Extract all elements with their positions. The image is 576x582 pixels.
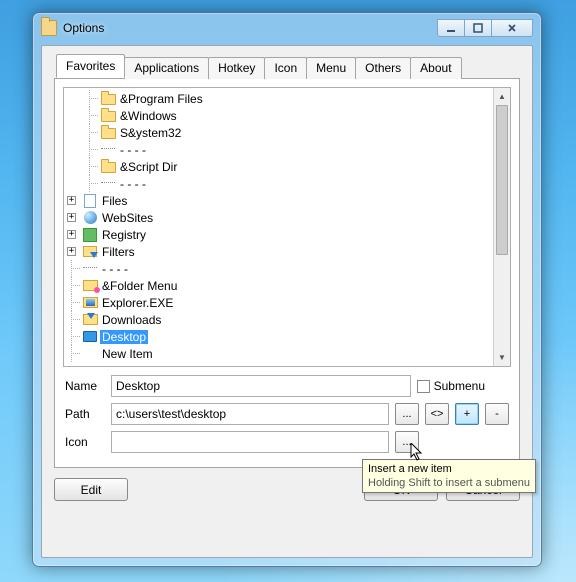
- folder-icon: [100, 125, 116, 141]
- tree-item[interactable]: + Filters: [64, 243, 493, 260]
- expand-icon[interactable]: +: [67, 230, 76, 239]
- tab-about[interactable]: About: [410, 57, 461, 79]
- tree-item[interactable]: - - - -: [64, 141, 493, 158]
- tree-item-label: - - - -: [120, 143, 146, 157]
- tree-item[interactable]: Explorer.EXE: [64, 294, 493, 311]
- tab-favorites[interactable]: Favorites: [56, 54, 125, 78]
- submenu-label: Submenu: [434, 379, 485, 393]
- desktop-icon: [82, 329, 98, 345]
- cursor-icon: [410, 443, 424, 463]
- tree-item-label: Downloads: [102, 313, 161, 327]
- icon-label: Icon: [65, 435, 105, 449]
- folder-icon: [100, 159, 116, 175]
- tree-item-label: Files: [102, 194, 127, 208]
- path-input[interactable]: [111, 403, 389, 425]
- filter-icon: [82, 244, 98, 260]
- blank-icon: [82, 346, 98, 362]
- tree-item[interactable]: Downloads: [64, 311, 493, 328]
- tab-icon[interactable]: Icon: [264, 57, 307, 79]
- globe-icon: [82, 210, 98, 226]
- titlebar[interactable]: Options: [39, 19, 535, 41]
- remove-item-button[interactable]: -: [485, 403, 509, 425]
- folder-icon: [100, 91, 116, 107]
- tree-item-label: Filters: [102, 245, 135, 259]
- tree-item[interactable]: New Item: [64, 345, 493, 362]
- name-label: Name: [65, 379, 105, 393]
- tooltip: Insert a new item Holding Shift to inser…: [362, 459, 536, 493]
- favorites-tree[interactable]: &Program Files&Windows S&ystem32 - - - - &S…: [63, 87, 511, 367]
- scroll-up-icon[interactable]: ▲: [494, 88, 510, 105]
- explorer-icon: [82, 295, 98, 311]
- tree-item-label: &Program Files: [120, 92, 203, 106]
- edit-button[interactable]: Edit: [54, 478, 128, 501]
- tree-item-label: S&ystem32: [120, 126, 181, 140]
- tree-item-label: New Item: [102, 347, 153, 361]
- tree-item[interactable]: + WebSites: [64, 209, 493, 226]
- tab-applications[interactable]: Applications: [124, 57, 209, 79]
- expand-icon[interactable]: +: [67, 196, 76, 205]
- tree-scrollbar[interactable]: ▲ ▼: [493, 88, 510, 366]
- tree-item[interactable]: + Registry: [64, 226, 493, 243]
- tree-item[interactable]: &Script Dir: [64, 158, 493, 175]
- dl-icon: [82, 312, 98, 328]
- tree-item-label: Desktop: [100, 330, 148, 344]
- tab-others[interactable]: Others: [355, 57, 411, 79]
- tooltip-line2: Holding Shift to insert a submenu: [368, 476, 530, 490]
- window-controls: [438, 19, 533, 37]
- app-icon: [41, 20, 57, 36]
- close-button[interactable]: [491, 19, 533, 37]
- tree-item[interactable]: + Files: [64, 192, 493, 209]
- sep-icon: [100, 176, 116, 192]
- page-icon: [82, 193, 98, 209]
- tree-item[interactable]: &Windows: [64, 107, 493, 124]
- folder-icon: [100, 108, 116, 124]
- minimize-button[interactable]: [437, 19, 465, 37]
- tree-item[interactable]: S&ystem32: [64, 124, 493, 141]
- maximize-button[interactable]: [464, 19, 492, 37]
- scroll-down-icon[interactable]: ▼: [494, 349, 510, 366]
- window-title: Options: [63, 21, 438, 35]
- foldermenu-icon: [82, 278, 98, 294]
- tree-item[interactable]: &Folder Menu: [64, 277, 493, 294]
- tree-item-label: &Folder Menu: [102, 279, 177, 293]
- reg-icon: [82, 227, 98, 243]
- name-input[interactable]: [111, 375, 411, 397]
- expand-icon[interactable]: +: [67, 247, 76, 256]
- path-browse-button[interactable]: ...: [395, 403, 419, 425]
- tree-item[interactable]: &Program Files: [64, 90, 493, 107]
- sep-icon: [100, 142, 116, 158]
- tree-item-label: &Windows: [120, 109, 177, 123]
- item-form: Name Submenu Path ... <> + - Icon: [63, 367, 511, 453]
- scroll-thumb[interactable]: [496, 105, 508, 255]
- tree-item[interactable]: Desktop: [64, 328, 493, 345]
- icon-input[interactable]: [111, 431, 389, 453]
- tab-hotkey[interactable]: Hotkey: [208, 57, 265, 79]
- tooltip-line1: Insert a new item: [368, 462, 530, 476]
- expand-icon[interactable]: +: [67, 213, 76, 222]
- tab-menu[interactable]: Menu: [306, 57, 356, 79]
- tab-strip: Favorites Applications Hotkey Icon Menu …: [54, 56, 520, 79]
- tree-item-label: Registry: [102, 228, 146, 242]
- tree-item[interactable]: - - - -: [64, 260, 493, 277]
- path-label: Path: [65, 407, 105, 421]
- tree-item-label: Explorer.EXE: [102, 296, 173, 310]
- sep-icon: [82, 261, 98, 277]
- tree-item-label: WebSites: [102, 211, 153, 225]
- add-item-button[interactable]: +: [455, 403, 479, 425]
- tree-item-label: &Script Dir: [120, 160, 177, 174]
- tree-item[interactable]: - - - -: [64, 175, 493, 192]
- submenu-checkbox[interactable]: [417, 380, 430, 393]
- tab-panel: &Program Files&Windows S&ystem32 - - - - &S…: [54, 79, 520, 468]
- tree-item-label: - - - -: [102, 262, 128, 276]
- path-swap-button[interactable]: <>: [425, 403, 449, 425]
- tree-item-label: - - - -: [120, 177, 146, 191]
